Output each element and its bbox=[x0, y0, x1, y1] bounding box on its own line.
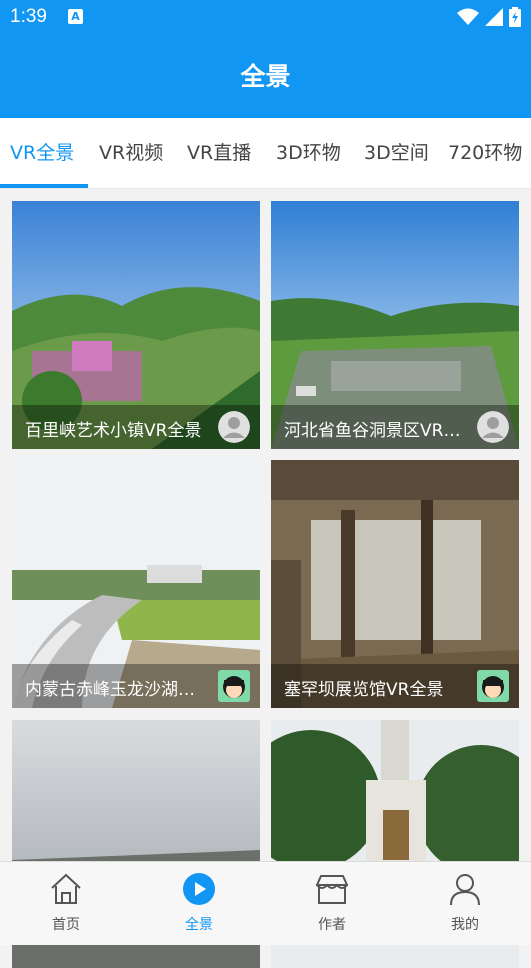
nav-author[interactable]: 作者 bbox=[292, 862, 372, 945]
tab-vr-video[interactable]: VR视频 bbox=[99, 118, 163, 188]
tab-3d-object[interactable]: 3D环物 bbox=[276, 118, 341, 188]
nav-home[interactable]: 首页 bbox=[26, 862, 106, 945]
wifi-icon bbox=[457, 8, 479, 25]
card-caption: 河北省鱼谷洞景区VR全景 bbox=[271, 405, 519, 449]
nav-panorama[interactable]: 全景 bbox=[159, 862, 239, 945]
bottom-nav: 首页 全景 作者 我的 bbox=[0, 861, 531, 945]
card-title: 塞罕坝展览馆VR全景 bbox=[284, 680, 444, 700]
play-circle-icon bbox=[183, 873, 215, 905]
category-tabs: VR全景 VR视频 VR直播 3D环物 3D空间 720环物 bbox=[0, 118, 531, 189]
user-icon bbox=[450, 874, 480, 906]
active-tab-indicator bbox=[0, 184, 88, 188]
cartoon-girl-avatar bbox=[477, 670, 509, 702]
status-time: 1:39 bbox=[10, 6, 47, 27]
nav-panorama-label: 全景 bbox=[185, 917, 213, 933]
shop-icon bbox=[316, 875, 348, 904]
home-icon bbox=[51, 873, 81, 904]
battery-icon bbox=[509, 7, 521, 27]
panorama-card[interactable]: 河北省鱼谷洞景区VR全景 bbox=[271, 201, 519, 449]
nav-home-label: 首页 bbox=[52, 917, 80, 933]
system-icons bbox=[457, 7, 521, 27]
card-caption: 百里峡艺术小镇VR全景 bbox=[12, 405, 260, 449]
nav-mine[interactable]: 我的 bbox=[425, 862, 505, 945]
panorama-card[interactable]: 百里峡艺术小镇VR全景 bbox=[12, 201, 260, 449]
panorama-card[interactable]: 塞罕坝展览馆VR全景 bbox=[271, 460, 519, 708]
panorama-card[interactable]: 内蒙古赤峰玉龙沙湖全景 bbox=[12, 460, 260, 708]
page-title: 全景 bbox=[0, 36, 531, 118]
notification-a-icon: A bbox=[68, 9, 83, 24]
tab-vr-panorama[interactable]: VR全景 bbox=[10, 118, 74, 188]
card-title: 百里峡艺术小镇VR全景 bbox=[25, 421, 202, 441]
default-avatar-icon bbox=[218, 411, 250, 443]
default-avatar-icon bbox=[477, 411, 509, 443]
nav-author-label: 作者 bbox=[318, 917, 346, 933]
tab-3d-space[interactable]: 3D空间 bbox=[364, 118, 429, 188]
status-bar: 1:39 A bbox=[0, 0, 531, 36]
signal-icon bbox=[485, 8, 503, 26]
card-caption: 内蒙古赤峰玉龙沙湖全景 bbox=[12, 664, 260, 708]
card-title: 河北省鱼谷洞景区VR全景 bbox=[284, 421, 462, 441]
tab-720-object[interactable]: 720环物 bbox=[448, 118, 522, 188]
cartoon-girl-avatar bbox=[218, 670, 250, 702]
tab-vr-live[interactable]: VR直播 bbox=[187, 118, 251, 188]
nav-mine-label: 我的 bbox=[451, 917, 479, 933]
card-caption: 塞罕坝展览馆VR全景 bbox=[271, 664, 519, 708]
card-title: 内蒙古赤峰玉龙沙湖全景 bbox=[25, 680, 203, 700]
